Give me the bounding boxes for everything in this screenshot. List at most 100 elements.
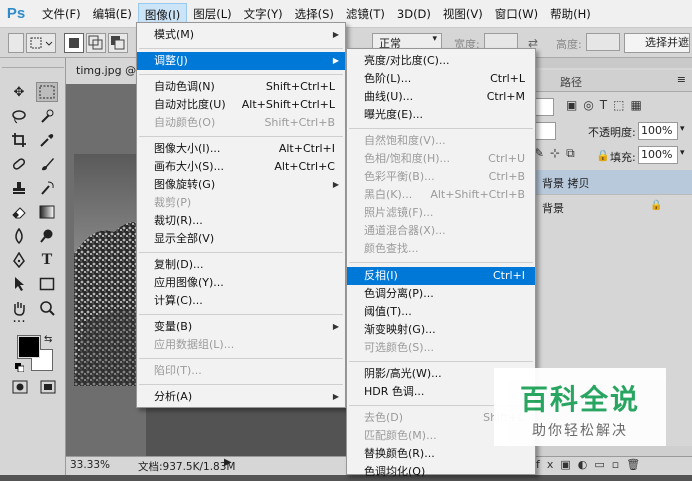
default-colors-icon[interactable]: [15, 362, 25, 373]
rectangle-tool-icon[interactable]: [36, 274, 58, 294]
menu-item[interactable]: 应用图像(Y)...: [137, 274, 345, 292]
menu-item[interactable]: 渐变映射(G)...: [347, 321, 535, 339]
gradient-tool-icon[interactable]: [36, 202, 58, 222]
lasso-tool-icon[interactable]: [8, 106, 30, 126]
menubar-item[interactable]: 编辑(E): [87, 3, 138, 25]
path-select-tool-icon[interactable]: [8, 274, 30, 294]
menu-item[interactable]: 画布大小(S)... Alt+Ctrl+C: [137, 158, 345, 176]
menu-item[interactable]: 调整(J) ▶: [137, 52, 345, 70]
zoom-tool-icon[interactable]: [36, 298, 58, 318]
select-and-mask-button[interactable]: 选择并遮: [624, 33, 690, 53]
menu-item[interactable]: 计算(C)...: [137, 292, 345, 310]
menubar-item[interactable]: 视图(V): [437, 3, 489, 25]
add-selection-button[interactable]: [86, 33, 106, 53]
menu-item[interactable]: 色阶(L)... Ctrl+L: [347, 70, 535, 88]
menu-item[interactable]: 裁切(R)...: [137, 212, 345, 230]
menu-item-label: 显示全部(V): [154, 232, 215, 245]
blend-mode-select[interactable]: [534, 122, 556, 140]
layer-filter-select[interactable]: [534, 98, 554, 116]
menu-item-label: 可选颜色(S)...: [364, 340, 435, 354]
menu-item[interactable]: 图像大小(I)... Alt+Ctrl+I: [137, 140, 345, 158]
opacity-label: 不透明度:: [588, 126, 636, 139]
foreground-color-swatch-front[interactable]: [18, 336, 40, 358]
fill-chevron-icon[interactable]: ▾: [680, 148, 685, 158]
subtract-selection-button[interactable]: [108, 33, 128, 53]
menu-item: 陷印(T)...: [137, 362, 345, 380]
menu-item[interactable]: 阈值(T)...: [347, 303, 535, 321]
menu-item-shortcut: Shift+Ctrl+B: [264, 116, 335, 129]
clone-stamp-tool-icon[interactable]: [8, 178, 30, 198]
tab-paths[interactable]: 路径: [560, 74, 582, 90]
history-brush-tool-icon[interactable]: [36, 178, 58, 198]
menu-separator: [349, 128, 533, 130]
menubar-item[interactable]: 滤镜(T): [340, 3, 391, 25]
opacity-field[interactable]: 100%: [638, 122, 678, 140]
type-tool-icon[interactable]: T: [36, 250, 58, 270]
move-tool-icon[interactable]: ✥: [8, 82, 30, 102]
fill-field[interactable]: 100%: [638, 146, 678, 164]
menu-item[interactable]: 反相(I) Ctrl+I: [347, 266, 535, 285]
height-field[interactable]: [586, 33, 620, 51]
menu-item[interactable]: 自动对比度(U) Alt+Shift+Ctrl+L: [137, 96, 345, 114]
more-tools-icon[interactable]: ···: [8, 312, 30, 332]
marquee-tool-icon[interactable]: [36, 82, 58, 102]
chevron-down-icon: ▾: [432, 34, 437, 44]
marquee-preset-icon[interactable]: [8, 33, 24, 53]
panel-menu-icon[interactable]: ≡: [677, 73, 686, 86]
layers-footer-icons[interactable]: fx▣◐▭▫🗑: [536, 456, 692, 475]
menubar-item[interactable]: 窗口(W): [489, 3, 544, 25]
menu-item[interactable]: 分析(A) ▶: [137, 388, 345, 406]
status-menu-arrow-icon[interactable]: ▶: [224, 457, 232, 468]
crop-tool-icon[interactable]: [8, 130, 30, 150]
healing-brush-tool-icon[interactable]: [8, 154, 30, 174]
quick-mask-icon[interactable]: [12, 380, 28, 394]
menu-item[interactable]: 色调均化(Q): [347, 463, 535, 481]
menu-item[interactable]: 自动色调(N) Shift+Ctrl+L: [137, 78, 345, 96]
layer-row[interactable]: 背景 🔒: [530, 194, 692, 218]
blur-tool-icon[interactable]: [8, 226, 30, 246]
menu-item-label: 匹配颜色(M)...: [364, 429, 437, 443]
doc-size-info[interactable]: 文档:937.5K/1.83M: [138, 459, 235, 474]
menu-item[interactable]: 曝光度(E)...: [347, 106, 535, 124]
menubar-item[interactable]: 帮助(H): [544, 3, 597, 25]
menu-item[interactable]: 色调分离(P)...: [347, 285, 535, 303]
rect-marquee-icon: [30, 37, 53, 49]
menu-item[interactable]: 替换颜色(R)...: [347, 445, 535, 463]
menu-item-shortcut: Ctrl+I: [492, 268, 525, 282]
layer-filter-icons[interactable]: ▣◎T⬚▦: [566, 98, 648, 112]
menu-item[interactable]: 亮度/对比度(C)...: [347, 52, 535, 70]
menu-item-label: 曝光度(E)...: [364, 108, 424, 121]
eyedropper-tool-icon[interactable]: [36, 130, 58, 150]
menu-item-label: 应用数据组(L)...: [154, 338, 235, 351]
watermark-badge: 百科全说 助你轻松解决: [494, 368, 666, 446]
menu-item: 色相/饱和度(H)... Ctrl+U: [347, 150, 535, 168]
canvas-area[interactable]: [66, 84, 146, 456]
menubar-item[interactable]: 3D(D): [391, 3, 437, 25]
menu-item[interactable]: 图像旋转(G) ▶: [137, 176, 345, 194]
quick-select-tool-icon[interactable]: [36, 106, 58, 126]
menu-item-label: 自动对比度(U): [154, 98, 226, 111]
swap-colors-icon[interactable]: ⇆: [44, 334, 52, 345]
tool-preset-dropdown[interactable]: [26, 33, 56, 53]
lock-icons[interactable]: ✎⊹⧉: [534, 146, 581, 161]
brush-tool-icon[interactable]: [36, 154, 58, 174]
lock-all-icon[interactable]: 🔒: [596, 149, 610, 162]
menubar-item[interactable]: 文件(F): [36, 3, 87, 25]
new-selection-button[interactable]: [64, 33, 84, 53]
menu-item[interactable]: 复制(D)...: [137, 256, 345, 274]
dodge-tool-icon[interactable]: [36, 226, 58, 246]
opacity-chevron-icon[interactable]: ▾: [680, 124, 685, 134]
pen-tool-icon[interactable]: [8, 250, 30, 270]
submenu-arrow-icon: ▶: [332, 180, 339, 189]
menu-item[interactable]: 模式(M) ▶: [137, 26, 345, 44]
document-tab[interactable]: timg.jpg @: [66, 58, 146, 84]
menu-item-label: 阴影/高光(W)...: [364, 366, 442, 380]
menu-item[interactable]: 变量(B) ▶: [137, 318, 345, 336]
screen-mode-icon[interactable]: [40, 380, 56, 394]
layer-row[interactable]: 背景 拷贝: [530, 170, 692, 194]
zoom-level[interactable]: 33.33%: [70, 459, 110, 471]
eraser-tool-icon[interactable]: [8, 202, 30, 222]
menu-separator: [139, 136, 343, 137]
menu-item[interactable]: 显示全部(V): [137, 230, 345, 248]
menu-item[interactable]: 曲线(U)... Ctrl+M: [347, 88, 535, 106]
